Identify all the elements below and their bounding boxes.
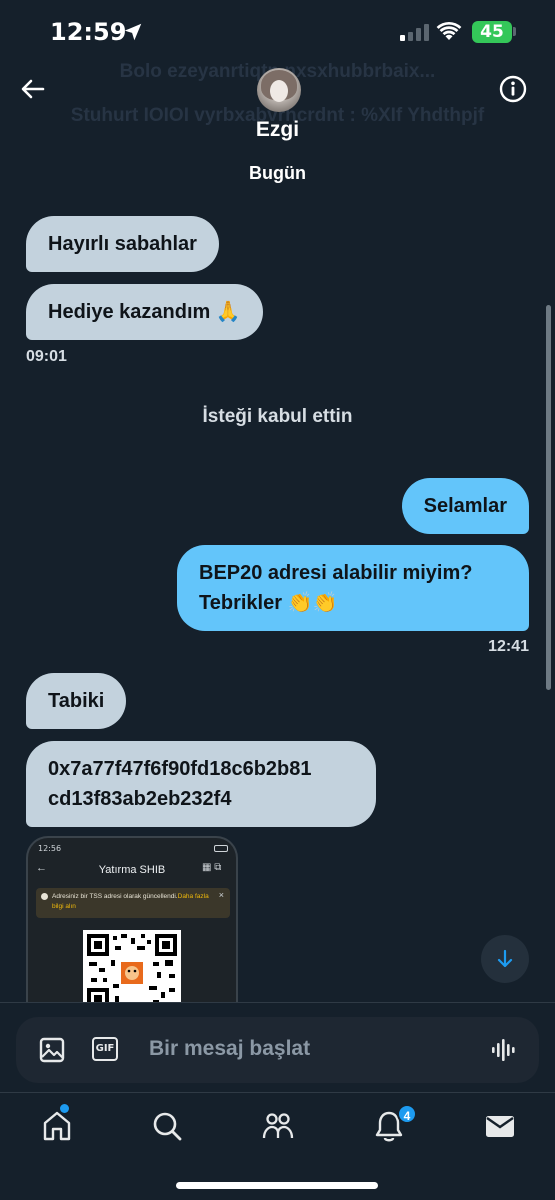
request-accepted-note: İsteği kabul ettin <box>202 406 353 427</box>
voice-message-icon[interactable] <box>490 1036 518 1064</box>
composer-bar: GIF Bir mesaj başlat <box>0 1002 555 1092</box>
battery-icon: 45 <box>472 21 512 43</box>
message-timestamp: 12:41 <box>488 638 529 655</box>
search-icon[interactable] <box>150 1109 184 1143</box>
messages-icon[interactable] <box>483 1109 517 1143</box>
home-unread-dot <box>60 1104 69 1113</box>
cellular-signal-icon <box>400 23 429 41</box>
home-icon[interactable] <box>40 1109 74 1143</box>
image-icon[interactable] <box>38 1036 66 1064</box>
status-time: 12:59 <box>50 18 127 46</box>
notification-count-badge: 4 <box>397 1104 417 1124</box>
notice-close-icon: × <box>218 890 224 900</box>
message-bubble-incoming[interactable]: 0x7a77f47f6f90fd18c6b2b81 cd13f83ab2eb23… <box>26 741 376 827</box>
avatar[interactable] <box>257 68 301 112</box>
message-bubble-incoming[interactable]: Tabiki <box>26 673 127 729</box>
message-composer[interactable]: GIF Bir mesaj başlat <box>16 1017 539 1083</box>
notice-text: Adresiniz bir TSS adresi olarak güncelle… <box>52 893 178 900</box>
home-indicator[interactable] <box>176 1182 378 1189</box>
attachment-battery-icon <box>214 845 228 852</box>
message-line: cd13f83ab2eb232f4 <box>48 788 232 810</box>
message-timestamp: 09:01 <box>26 348 67 365</box>
attachment-notice: Adresiniz bir TSS adresi olarak güncelle… <box>36 888 230 918</box>
communities-icon[interactable] <box>261 1109 295 1143</box>
message-bubble-outgoing[interactable]: BEP20 adresi alabilir miyim? Tebrikler 👏… <box>177 545 529 631</box>
message-bubble-outgoing[interactable]: Selamlar <box>401 478 529 534</box>
battery-cap <box>513 27 516 36</box>
image-attachment[interactable]: 12:56 ← Yatırma SHIB ▦ ⧉ Adresiniz bir T… <box>26 836 238 1006</box>
notice-info-icon <box>41 893 48 900</box>
attachment-toolbar-icons: ▦ ⧉ <box>202 862 222 873</box>
message-line: 0x7a77f47f6f90fd18c6b2b81 <box>48 758 312 780</box>
scroll-to-bottom-button[interactable] <box>481 935 529 983</box>
arrow-down-icon <box>497 949 513 968</box>
attachment-status-time: 12:56 <box>38 844 62 853</box>
date-label: Bugün <box>249 163 306 183</box>
avatar-face <box>270 80 288 102</box>
message-line: Tebrikler 👏👏 <box>199 592 338 614</box>
message-line: BEP20 adresi alabilir miyim? <box>199 562 473 584</box>
wifi-icon <box>436 21 462 40</box>
gif-icon[interactable]: GIF <box>92 1037 118 1061</box>
message-bubble-incoming[interactable]: Hediye kazandım 🙏 <box>26 284 263 340</box>
scrollbar[interactable] <box>546 305 551 690</box>
contact-name[interactable]: Ezgi <box>0 118 555 142</box>
message-bubble-incoming[interactable]: Hayırlı sabahlar <box>26 216 219 272</box>
location-arrow-icon <box>124 23 142 41</box>
back-arrow-icon[interactable] <box>18 74 48 104</box>
message-input[interactable]: Bir mesaj başlat <box>149 1037 310 1061</box>
qr-code <box>83 930 181 1006</box>
info-icon[interactable] <box>498 74 528 104</box>
